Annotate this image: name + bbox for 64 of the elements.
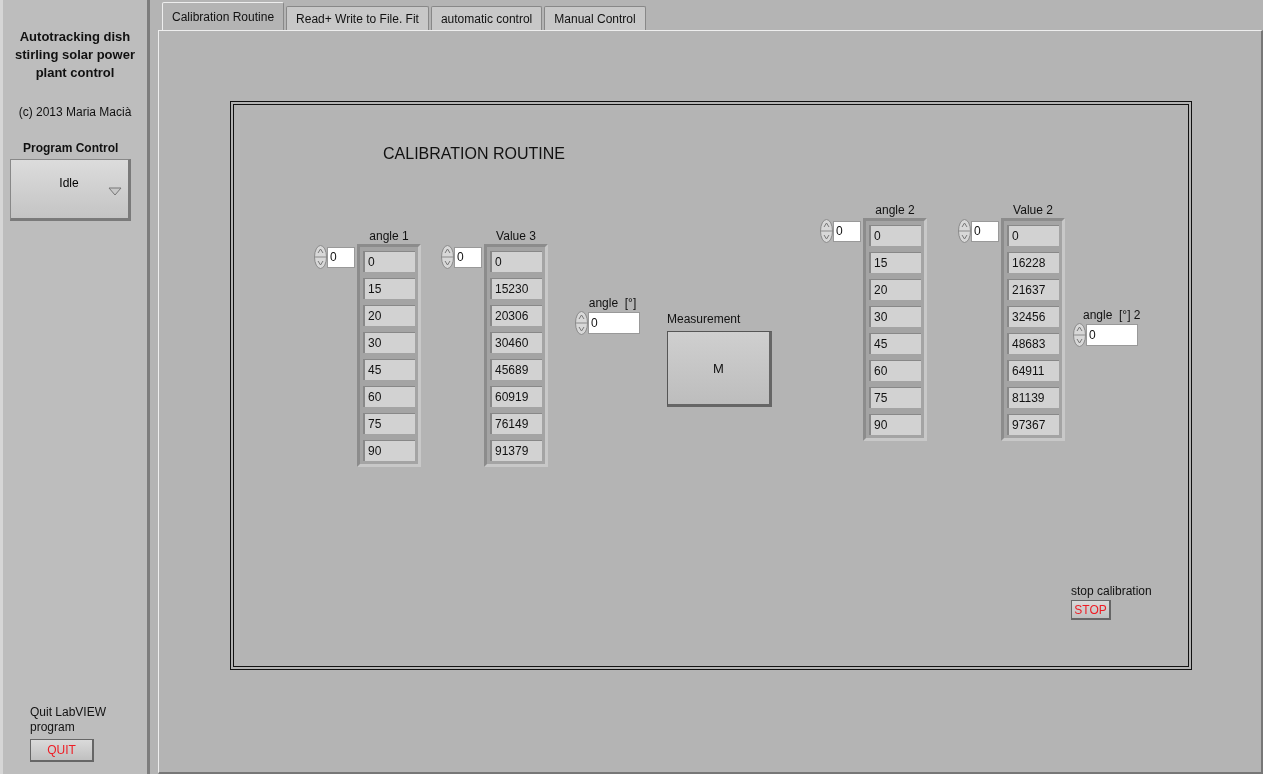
array-cell: 15 xyxy=(363,278,415,299)
array-label: angle 1 xyxy=(369,229,409,244)
array-cell: 0 xyxy=(363,251,415,272)
array-cell: 30 xyxy=(869,306,921,327)
tab[interactable]: Calibration Routine xyxy=(162,2,285,31)
program-control-label: Program Control xyxy=(23,141,119,155)
array-label: Value 3 xyxy=(496,229,536,244)
numeric-field[interactable]: 0 xyxy=(588,312,640,334)
spinner-icon[interactable] xyxy=(1073,323,1086,347)
array-cell: 30 xyxy=(363,332,415,353)
program-control-dropdown[interactable]: Idle xyxy=(9,159,131,221)
array-cell: 76149 xyxy=(490,413,542,434)
measurement-button[interactable]: M xyxy=(667,331,772,407)
array-cell: 91379 xyxy=(490,440,542,461)
copyright-text: (c) 2013 Maria Macià xyxy=(18,105,132,119)
index-field[interactable]: 0 xyxy=(327,246,355,268)
array-label: angle 2 xyxy=(875,203,915,218)
array-cell: 0 xyxy=(1007,225,1059,246)
spinner-icon[interactable] xyxy=(958,219,971,243)
array-cell: 60 xyxy=(363,386,415,407)
array-cell: 0 xyxy=(869,225,921,246)
array-cell: 45 xyxy=(869,333,921,354)
array-cell: 64911 xyxy=(1007,360,1059,381)
array-cell: 90 xyxy=(363,440,415,461)
app-title: Autotracking dish stirling solar power plant control xyxy=(14,28,136,82)
array-cell: 0 xyxy=(490,251,542,272)
spinner-icon[interactable] xyxy=(575,311,588,335)
array-cell: 30460 xyxy=(490,332,542,353)
numeric-label: angle [°] 2 xyxy=(1082,307,1141,323)
array-cell: 60 xyxy=(869,360,921,381)
array-cell: 15 xyxy=(869,252,921,273)
spinner-icon[interactable] xyxy=(441,245,454,269)
tab[interactable]: automatic control xyxy=(430,6,543,30)
quit-label: Quit LabVIEW program xyxy=(30,705,108,735)
array-cell: 32456 xyxy=(1007,306,1059,327)
array-cell: 45689 xyxy=(490,359,542,380)
spinner-icon[interactable] xyxy=(820,219,833,243)
array-cell: 20 xyxy=(363,305,415,326)
spinner-icon[interactable] xyxy=(314,245,327,269)
array-cell: 75 xyxy=(869,387,921,408)
numeric-label: angle [°] xyxy=(587,295,638,311)
array-cell: 60919 xyxy=(490,386,542,407)
array-cell: 90 xyxy=(869,414,921,435)
numeric-field[interactable]: 0 xyxy=(1086,324,1138,346)
stop-label: stop calibration xyxy=(1071,583,1152,599)
measurement-label: Measurement xyxy=(667,311,742,327)
array-cell: 20 xyxy=(869,279,921,300)
dropdown-arrow-icon xyxy=(107,187,122,196)
array-cell: 97367 xyxy=(1007,414,1059,435)
index-field[interactable]: 0 xyxy=(833,220,861,242)
array-label: Value 2 xyxy=(1013,203,1053,218)
array-cell: 75 xyxy=(363,413,415,434)
array-cell: 16228 xyxy=(1007,252,1059,273)
array-cell: 45 xyxy=(363,359,415,380)
array-cell: 15230 xyxy=(490,278,542,299)
tab[interactable]: Read+ Write to File. Fit xyxy=(286,6,429,30)
array-cell: 48683 xyxy=(1007,333,1059,354)
index-field[interactable]: 0 xyxy=(454,246,482,268)
array-cell: 81139 xyxy=(1007,387,1059,408)
panel-title: CALIBRATION ROUTINE xyxy=(383,145,565,163)
array-cell: 20306 xyxy=(490,305,542,326)
array-cell: 21637 xyxy=(1007,279,1059,300)
index-field[interactable]: 0 xyxy=(971,220,999,242)
tab[interactable]: Manual Control xyxy=(544,6,646,30)
